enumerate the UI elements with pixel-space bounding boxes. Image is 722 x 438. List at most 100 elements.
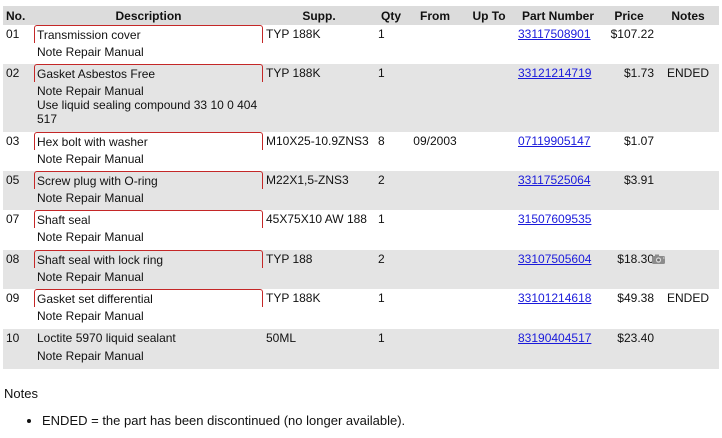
repair-manual-note: Note Repair Manual — [37, 349, 144, 363]
supplier-cell: TYP 188K — [263, 25, 375, 64]
table-row: 08 Shaft seal with lock ring Note Repair M… — [3, 250, 719, 289]
upto-cell — [463, 132, 515, 171]
table-row: 02 Gasket Asbestos Free Note Repair Manual… — [3, 64, 719, 132]
part-number-link[interactable]: 33121214719 — [518, 64, 591, 80]
price-text: $1.07 — [623, 134, 654, 148]
from-cell-text — [410, 210, 460, 212]
notes-list-item: ENDED = the part has been discontinued (… — [42, 404, 405, 438]
supplier-cell: 45X75X10 AW 188 — [263, 210, 375, 250]
header-part-number: Part Number — [515, 6, 601, 25]
part-number-link[interactable]: 33117508901 — [518, 25, 591, 41]
notes-cell — [657, 132, 719, 171]
notes-text — [660, 250, 716, 252]
upto-cell — [463, 210, 515, 250]
table-row: 10 Loctite 5970 liquid sealant Note Repair… — [3, 329, 719, 369]
repair-manual-note: Note Repair Manual — [37, 191, 144, 205]
description-cell: Hex bolt with washer Note Repair Manual — [34, 132, 263, 171]
price-text: $107.22 — [610, 27, 654, 41]
upto-cell-text — [466, 64, 512, 66]
from-cell — [407, 171, 463, 210]
part-number-cell: 33117508901 — [515, 25, 601, 64]
camera-icon[interactable] — [651, 253, 667, 268]
part-number-link[interactable]: 33107505604 — [518, 250, 591, 266]
row-no: 02 — [3, 64, 34, 132]
price-cell: $23.40 — [601, 329, 657, 369]
part-number-link[interactable]: 07119905147 — [518, 132, 591, 148]
part-number-link[interactable]: 33117525064 — [518, 171, 591, 187]
description-text: Screw plug with O-ring — [34, 171, 263, 189]
row-no-text: 01 — [6, 27, 20, 41]
repair-manual-note: Note Repair Manual — [37, 152, 144, 166]
supplier-cell: M22X1,5-ZNS3 — [263, 171, 375, 210]
price-text: $49.38 — [617, 291, 654, 305]
notes-list: ENDED = the part has been discontinued (… — [4, 404, 405, 438]
qty-cell: 1 — [375, 25, 407, 64]
qty-cell: 1 — [375, 329, 407, 369]
description-cell: Gasket set differential Note Repair Manua… — [34, 289, 263, 329]
from-cell-text: 09/2003 — [413, 134, 457, 148]
supplier-cell-text: M22X1,5-ZNS3 — [266, 173, 349, 187]
extra-note: Use liquid sealing compound 33 10 0 404 … — [37, 98, 258, 126]
supplier-cell-text: 45X75X10 AW 188 — [266, 212, 367, 226]
part-number-link[interactable]: 33101214618 — [518, 289, 591, 305]
description-cell: Transmission cover Note Repair Manual — [34, 25, 263, 64]
upto-cell — [463, 289, 515, 329]
price-cell: $107.22 — [601, 25, 657, 64]
qty-cell: 8 — [375, 132, 407, 171]
from-cell-text — [410, 171, 460, 173]
part-number-cell: 33117525064 — [515, 171, 601, 210]
repair-manual-note: Note Repair Manual — [37, 270, 144, 284]
row-no-text: 05 — [6, 173, 20, 187]
supplier-cell-text: TYP 188K — [266, 66, 321, 80]
qty-cell-text: 1 — [378, 66, 385, 80]
notes-text — [660, 132, 716, 134]
from-cell-text — [410, 289, 460, 291]
header-from: From — [407, 6, 463, 25]
row-no: 10 — [3, 329, 34, 369]
part-number-link[interactable]: 31507609535 — [518, 210, 591, 226]
qty-cell: 1 — [375, 289, 407, 329]
qty-cell-text: 8 — [378, 134, 385, 148]
description-text: Transmission cover — [34, 25, 263, 43]
part-number-link[interactable]: 83190404517 — [518, 329, 591, 345]
qty-cell: 1 — [375, 64, 407, 132]
header-upto: Up To — [463, 6, 515, 25]
part-number-cell: 33121214719 — [515, 64, 601, 132]
from-cell — [407, 329, 463, 369]
description-cell: Gasket Asbestos Free Note Repair Manual Us… — [34, 64, 263, 132]
description-text: Gasket Asbestos Free — [34, 64, 263, 82]
supplier-cell-text: 50ML — [266, 331, 297, 345]
upto-cell — [463, 329, 515, 369]
row-no: 08 — [3, 250, 34, 289]
table-row: 07 Shaft seal Note Repair Manual 45X75X10 A… — [3, 210, 719, 250]
description-cell: Loctite 5970 liquid sealant Note Repair M… — [34, 329, 263, 369]
notes-heading: Notes — [4, 386, 38, 401]
header-price: Price — [601, 6, 657, 25]
qty-cell: 2 — [375, 171, 407, 210]
header-supp: Supp. — [263, 6, 375, 25]
from-cell-text — [410, 25, 460, 27]
notes-text — [660, 210, 716, 212]
notes-text — [660, 171, 716, 173]
qty-cell: 2 — [375, 250, 407, 289]
from-cell — [407, 250, 463, 289]
supplier-cell: TYP 188 — [263, 250, 375, 289]
notes-cell — [657, 171, 719, 210]
row-no: 03 — [3, 132, 34, 171]
price-cell: $49.38 — [601, 289, 657, 329]
from-cell-text — [410, 250, 460, 252]
header-no: No. — [3, 6, 34, 25]
notes-text: ENDED — [666, 291, 709, 305]
upto-cell — [463, 64, 515, 132]
repair-manual-note: Note Repair Manual — [37, 309, 144, 323]
row-no: 07 — [3, 210, 34, 250]
supplier-cell-text: TYP 188K — [266, 291, 321, 305]
upto-cell-text — [466, 132, 512, 134]
price-cell: $3.91 — [601, 171, 657, 210]
notes-text — [660, 25, 716, 27]
table-header-row: No. Description Supp. Qty From Up To Par… — [3, 6, 719, 25]
from-cell — [407, 289, 463, 329]
qty-cell-text: 2 — [378, 173, 385, 187]
part-number-cell: 33101214618 — [515, 289, 601, 329]
supplier-cell: M10X25-10.9ZNS3 — [263, 132, 375, 171]
